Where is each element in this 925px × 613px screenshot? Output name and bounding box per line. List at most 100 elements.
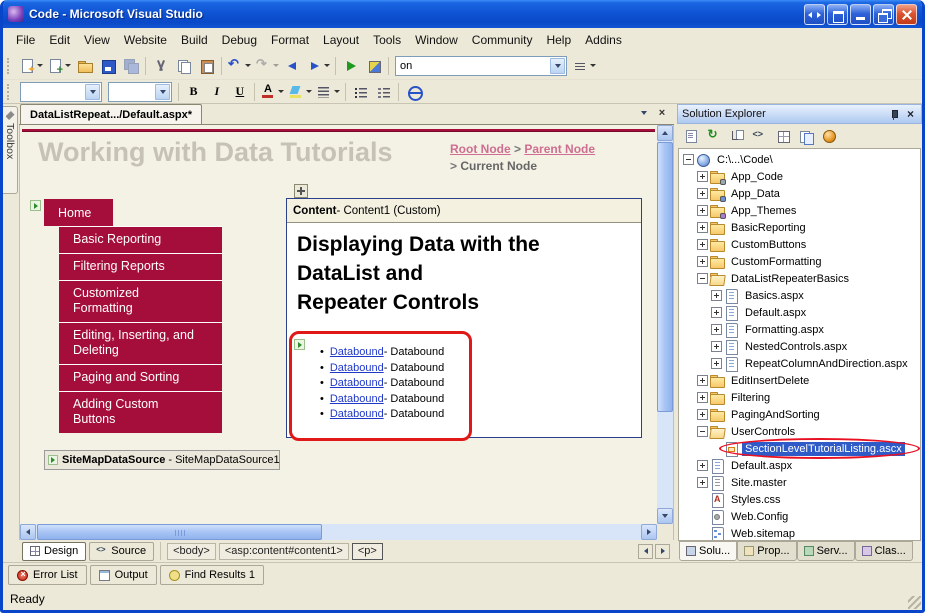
collapse-icon[interactable] [697,273,708,284]
panel-tab-serv[interactable]: Serv... [797,541,855,561]
add-item-dropdown-icon[interactable] [65,64,71,67]
aspnet-configuration-button[interactable] [818,126,839,146]
hyperlink-button[interactable] [402,80,425,104]
nav-item-editing-inserting-and-deleting[interactable]: Editing, Inserting, and Deleting [59,322,222,364]
scroll-right-icon[interactable] [641,524,657,540]
tree-item-filtering[interactable]: Filtering [679,389,920,406]
collapse-icon[interactable] [683,154,694,165]
pane-arrows-button[interactable] [804,4,825,25]
tree-item-default-aspx[interactable]: Default.aspx [679,457,920,474]
expand-icon[interactable] [711,358,722,369]
close-button[interactable] [896,4,917,25]
menu-website[interactable]: Website [117,30,174,50]
navigate-forward-button[interactable] [304,54,332,78]
pane-window-button[interactable] [827,4,848,25]
expand-icon[interactable] [711,307,722,318]
nav-item-adding-custom-buttons[interactable]: Adding Custom Buttons [59,391,222,433]
tree-item-formatting-aspx[interactable]: Formatting.aspx [679,321,920,338]
tab-design[interactable]: Design [22,542,86,561]
nav-item-filtering-reports[interactable]: Filtering Reports [59,253,222,280]
menu-format[interactable]: Format [264,30,316,50]
tree-item-editinsertdelete[interactable]: EditInsertDelete [679,372,920,389]
expand-icon[interactable] [697,375,708,386]
tree-item-datalistrepeaterbasics[interactable]: DataListRepeaterBasics [679,270,920,287]
nav-item-paging-and-sorting[interactable]: Paging and Sorting [59,364,222,391]
toolbox-tab[interactable]: Toolbox [3,106,18,194]
databound-link[interactable]: Databound [330,361,384,377]
new-website-dropdown-icon[interactable] [37,64,43,67]
align-left-button[interactable] [314,80,342,104]
tree-item-c-code[interactable]: C:\...\Code\ [679,151,920,168]
nav-item-home[interactable]: Home [44,199,113,226]
save-button[interactable] [96,54,119,78]
tree-item-app-code[interactable]: App_Code [679,168,920,185]
toolbar-options-button[interactable] [570,54,598,78]
target-combo-dropdown-icon[interactable] [550,58,565,74]
tree-item-app-themes[interactable]: App_Themes [679,202,920,219]
new-website-button[interactable] [17,54,45,78]
expand-icon[interactable] [697,409,708,420]
databound-link[interactable]: Databound [330,345,384,361]
tag-nav-item-0[interactable]: <body> [167,543,216,560]
tree-item-custombuttons[interactable]: CustomButtons [679,236,920,253]
font-color-button[interactable] [258,80,286,104]
design-surface[interactable]: Working with Data Tutorials Root Node > … [19,125,674,540]
panel-tab-solu[interactable]: Solu... [679,541,737,561]
navigate-forward-dropdown-icon[interactable] [324,64,330,67]
tree-item-pagingandsorting[interactable]: PagingAndSorting [679,406,920,423]
databound-link[interactable]: Databound [330,407,384,423]
solution-explorer-titlebar[interactable]: Solution Explorer × [677,104,922,124]
breadcrumb-link[interactable]: Parent Node [524,142,595,156]
scroll-left-icon[interactable] [20,524,36,540]
add-item-button[interactable] [45,54,73,78]
expand-icon[interactable] [711,290,722,301]
tab-source[interactable]: Source [89,542,154,561]
collapse-icon[interactable] [697,426,708,437]
menu-layout[interactable]: Layout [316,30,366,50]
redo-button[interactable] [253,54,281,78]
panel-tab-clas[interactable]: Clas... [855,541,913,561]
redo-dropdown-icon[interactable] [273,64,279,67]
menu-edit[interactable]: Edit [42,30,77,50]
sitemapdatasource-control[interactable]: SiteMapDataSource - SiteMapDataSource1 [44,450,280,470]
font-color-dropdown-icon[interactable] [278,90,284,93]
vertical-scroll-thumb[interactable] [657,142,673,412]
tag-nav-item-2[interactable]: <p> [352,543,383,560]
save-all-button[interactable] [119,54,142,78]
expand-icon[interactable] [697,188,708,199]
minimize-button[interactable] [850,4,871,25]
panel-tab-error-list[interactable]: Error List [8,565,87,585]
breadcrumb-link[interactable]: Root Node [450,142,511,156]
expand-icon[interactable] [697,222,708,233]
panel-tab-prop[interactable]: Prop... [737,541,796,561]
smart-tag-arrow-icon[interactable] [294,339,305,350]
smart-tag-arrow-icon[interactable] [30,200,41,211]
menu-window[interactable]: Window [408,30,465,50]
open-file-button[interactable] [73,54,96,78]
tree-item-default-aspx[interactable]: Default.aspx [679,304,920,321]
expand-icon[interactable] [697,256,708,267]
copy-button[interactable] [172,54,195,78]
menu-tools[interactable]: Tools [366,30,408,50]
databound-link[interactable]: Databound [330,376,384,392]
menu-community[interactable]: Community [465,30,540,50]
active-files-dropdown-icon[interactable] [637,106,651,120]
expand-icon[interactable] [697,477,708,488]
view-code-button[interactable] [749,126,770,146]
tree-item-styles-css[interactable]: Styles.css [679,491,920,508]
refresh-button[interactable] [703,126,724,146]
tree-item-basicreporting[interactable]: BasicReporting [679,219,920,236]
target-combo[interactable]: on [395,56,567,76]
align-left-dropdown-icon[interactable] [334,90,340,93]
tree-item-web-config[interactable]: Web.Config [679,508,920,525]
databound-link[interactable]: Databound [330,392,384,408]
panel-tab-find-results-1[interactable]: Find Results 1 [160,565,264,585]
close-document-icon[interactable]: × [655,106,669,120]
numbering-button[interactable] [372,80,395,104]
undo-dropdown-icon[interactable] [245,64,251,67]
menu-build[interactable]: Build [174,30,215,50]
menu-view[interactable]: View [77,30,117,50]
style-combo-dropdown-icon[interactable] [85,84,100,100]
tree-item-repeatcolumnanddirection-aspx[interactable]: RepeatColumnAndDirection.aspx [679,355,920,372]
nav-item-basic-reporting[interactable]: Basic Reporting [59,226,222,253]
